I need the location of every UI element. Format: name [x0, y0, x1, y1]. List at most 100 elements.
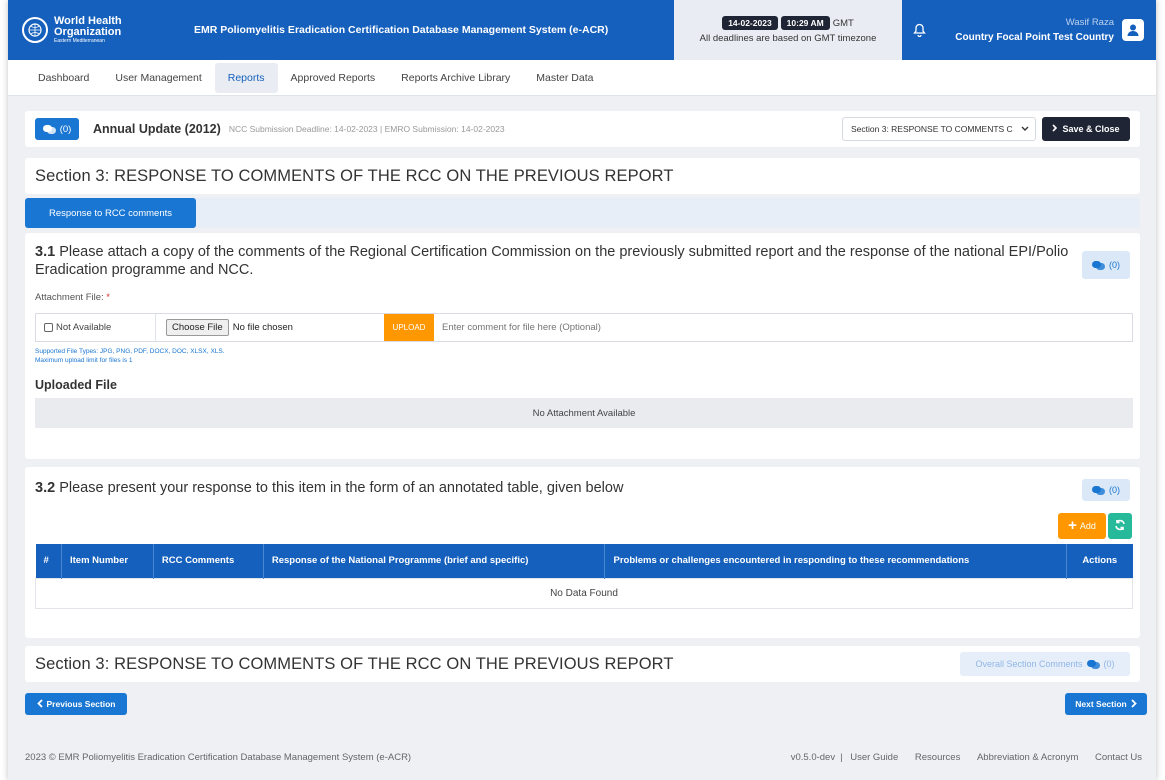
overall-comments-count: (0) — [1103, 659, 1115, 669]
col-actions: Actions — [1066, 544, 1133, 578]
chevron-right-icon — [1052, 124, 1058, 134]
footer-copyright: 2023 © EMR Poliomyelitis Eradication Cer… — [25, 752, 412, 763]
question-3-2-body: Please present your response to this ite… — [55, 480, 624, 496]
footer-link-user-guide[interactable]: User Guide — [850, 752, 898, 763]
deadline-note: All deadlines are based on GMT timezone — [699, 33, 877, 44]
org-region: Eastern Mediterranean — [54, 37, 105, 44]
question-3-1-number: 3.1 — [35, 244, 56, 260]
add-row-button[interactable]: + Add — [1058, 513, 1106, 539]
rcc-response-table: # Item Number RCC Comments Response of t… — [35, 544, 1133, 609]
report-title: Annual Update (2012) — [93, 122, 221, 136]
report-deadlines: NCC Submission Deadline: 14-02-2023 | EM… — [228, 124, 505, 134]
supported-file-types: Supported File Types: JPG, PNG, PDF, DOC… — [35, 348, 225, 355]
comments-icon — [42, 124, 56, 134]
refresh-button[interactable] — [1108, 513, 1132, 539]
save-close-label: Save & Close — [1062, 124, 1120, 134]
comments-icon — [1092, 260, 1105, 270]
file-comment-input[interactable] — [434, 314, 1132, 341]
not-available-label: Not Available — [56, 322, 112, 333]
upload-button[interactable]: UPLOAD — [384, 314, 434, 341]
tab-row: Response to RCC comments — [25, 198, 1140, 228]
attachment-row: Not Available Choose File No file chosen… — [35, 313, 1133, 342]
question-3-2-comments-count: (0) — [1109, 485, 1120, 495]
org-name-line2: Organization — [54, 25, 122, 38]
user-name: Wasif Raza — [1065, 17, 1114, 28]
attachment-label: Attachment File: * — [35, 292, 110, 303]
section-footer-title: Section 3: RESPONSE TO COMMENTS OF THE R… — [35, 654, 674, 673]
timezone-label: GMT — [832, 17, 854, 29]
upload-hints: Supported File Types: JPG, PNG, PDF, DOC… — [35, 347, 225, 365]
footer-link-resources[interactable]: Resources — [915, 752, 960, 763]
overall-comments-label: Overall Section Comments — [975, 659, 1083, 669]
who-logo[interactable]: World Health Organization Eastern Medite… — [8, 0, 182, 60]
no-data-message: No Data Found — [35, 577, 1133, 609]
footer-links: v0.5.0-dev | User Guide Resources Abbrevi… — [791, 752, 1142, 763]
report-bar: (0) Annual Update (2012) NCC Submission … — [25, 111, 1140, 147]
question-3-2-number: 3.2 — [35, 480, 56, 496]
table-header-row: # Item Number RCC Comments Response of t… — [35, 544, 1133, 578]
nav-master-data[interactable]: Master Data — [523, 63, 606, 93]
time-badge: 10:29 AM — [780, 16, 830, 30]
refresh-icon — [1114, 519, 1126, 534]
user-role: Country Focal Point Test Country — [955, 32, 1114, 43]
question-3-1-text: 3.1 Please attach a copy of the comments… — [35, 243, 1070, 279]
user-menu[interactable]: Wasif Raza Country Focal Point Test Coun… — [936, 0, 1156, 60]
checkbox-box[interactable] — [44, 323, 53, 332]
top-bar: World Health Organization Eastern Medite… — [8, 0, 1156, 60]
question-3-2-text: 3.2 Please present your response to this… — [35, 479, 623, 497]
nav-approved-reports[interactable]: Approved Reports — [278, 63, 389, 93]
clock-box: 14-02-2023 10:29 AM GMT All deadlines ar… — [674, 0, 902, 60]
not-available-checkbox[interactable]: Not Available — [36, 314, 156, 341]
date-badge: 14-02-2023 — [722, 16, 778, 30]
footer-divider: | — [840, 752, 843, 763]
overall-section-comments-button[interactable]: Overall Section Comments (0) — [960, 652, 1130, 676]
plus-icon: + — [1068, 517, 1077, 534]
org-name: World Health Organization Eastern Medite… — [54, 15, 122, 45]
col-item-number: Item Number — [61, 544, 154, 578]
chevron-left-icon — [36, 698, 43, 710]
nav-reports[interactable]: Reports — [214, 62, 278, 93]
report-comments-button[interactable]: (0) — [35, 118, 79, 140]
section-select-value: Section 3: RESPONSE TO COMMENTS C — [851, 124, 1013, 134]
section-select[interactable]: Section 3: RESPONSE TO COMMENTS C — [842, 117, 1036, 141]
no-attachment-message: No Attachment Available — [35, 398, 1133, 428]
globe-icon — [22, 17, 48, 43]
footer-version: v0.5.0-dev — [790, 752, 836, 763]
file-input[interactable]: Choose File No file chosen — [156, 319, 384, 336]
table-row: No Data Found — [35, 577, 1133, 609]
no-file-label: No file chosen — [232, 322, 293, 333]
footer-link-contact-us[interactable]: Contact Us — [1095, 752, 1142, 763]
uploaded-file-title: Uploaded File — [35, 378, 117, 392]
question-3-2-card: 3.2 Please present your response to this… — [25, 467, 1140, 638]
footer-link-abbreviations[interactable]: Abbreviation & Acronym — [977, 752, 1078, 763]
max-upload-note: Maximum upload limit for files is 1 — [35, 357, 133, 364]
col-index: # — [35, 544, 62, 578]
required-mark: * — [106, 292, 110, 303]
question-3-2-comments-button[interactable]: (0) — [1082, 479, 1130, 501]
report-comments-count: (0) — [59, 123, 72, 135]
chevron-down-icon — [1021, 124, 1029, 134]
nav-user-management[interactable]: User Management — [102, 63, 214, 93]
main-nav: Dashboard User Management Reports Approv… — [8, 60, 1156, 96]
nav-dashboard[interactable]: Dashboard — [25, 63, 102, 93]
tab-response-to-rcc-comments[interactable]: Response to RCC comments — [25, 198, 196, 228]
previous-section-button[interactable]: Previous Section — [25, 693, 127, 715]
col-problems-challenges: Problems or challenges encountered in re… — [604, 544, 1067, 578]
question-3-1-comments-count: (0) — [1109, 260, 1120, 270]
choose-file-button[interactable]: Choose File — [166, 319, 229, 336]
question-3-1-card: 3.1 Please attach a copy of the comments… — [25, 233, 1140, 459]
app-frame: World Health Organization Eastern Medite… — [8, 0, 1156, 780]
next-section-label: Next Section — [1075, 699, 1127, 709]
section-footer-header: Section 3: RESPONSE TO COMMENTS OF THE R… — [25, 646, 1140, 682]
col-rcc-comments: RCC Comments — [153, 544, 264, 578]
comments-icon — [1092, 485, 1105, 495]
notification-bell-icon[interactable] — [902, 0, 936, 60]
section-title: Section 3: RESPONSE TO COMMENTS OF THE R… — [35, 166, 674, 185]
col-national-response: Response of the National Programme (brie… — [263, 544, 606, 578]
question-3-1-body: Please attach a copy of the comments of … — [35, 244, 1069, 278]
user-avatar-icon[interactable] — [1122, 19, 1144, 41]
save-close-button[interactable]: Save & Close — [1042, 117, 1130, 141]
next-section-button[interactable]: Next Section — [1065, 693, 1147, 715]
nav-reports-archive-library[interactable]: Reports Archive Library — [388, 63, 523, 93]
question-3-1-comments-button[interactable]: (0) — [1082, 251, 1130, 279]
